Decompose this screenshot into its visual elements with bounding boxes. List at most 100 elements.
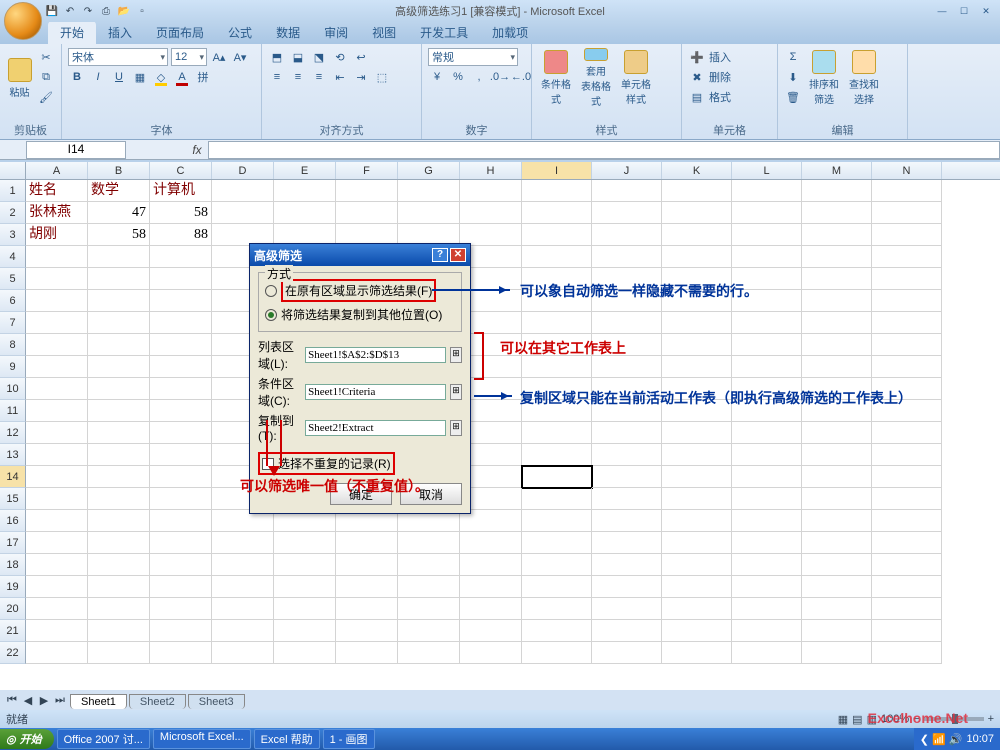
cell-J18[interactable] (592, 554, 662, 576)
cell-C4[interactable] (150, 246, 212, 268)
cell-J21[interactable] (592, 620, 662, 642)
cell-G1[interactable] (398, 180, 460, 202)
cell-M18[interactable] (802, 554, 872, 576)
cell-F18[interactable] (336, 554, 398, 576)
merge-icon[interactable]: ⬚ (373, 68, 391, 86)
sort-filter-button[interactable]: 排序和 筛选 (806, 48, 842, 108)
decrease-indent-icon[interactable]: ⇤ (331, 68, 349, 86)
cell-G17[interactable] (398, 532, 460, 554)
tab-审阅[interactable]: 审阅 (312, 21, 360, 44)
cell-C11[interactable] (150, 400, 212, 422)
cell-D18[interactable] (212, 554, 274, 576)
insert-button[interactable]: 插入 (709, 49, 731, 65)
cell-H2[interactable] (460, 202, 522, 224)
col-header-L[interactable]: L (732, 162, 802, 179)
align-left-icon[interactable]: ≡ (268, 68, 286, 86)
col-header-J[interactable]: J (592, 162, 662, 179)
redo-icon[interactable]: ↷ (80, 3, 96, 19)
tab-数据[interactable]: 数据 (264, 21, 312, 44)
cell-C5[interactable] (150, 268, 212, 290)
increase-indent-icon[interactable]: ⇥ (352, 68, 370, 86)
cell-H18[interactable] (460, 554, 522, 576)
cell-D19[interactable] (212, 576, 274, 598)
sheet-tab-Sheet2[interactable]: Sheet2 (129, 694, 186, 709)
row-header-3[interactable]: 3 (0, 224, 26, 246)
zoom-in-icon[interactable]: + (988, 713, 994, 725)
cell-I16[interactable] (522, 510, 592, 532)
cell-N8[interactable] (872, 334, 942, 356)
cell-K2[interactable] (662, 202, 732, 224)
cell-I15[interactable] (522, 488, 592, 510)
font-name-combo[interactable]: 宋体 (68, 48, 168, 66)
cell-C12[interactable] (150, 422, 212, 444)
cell-C22[interactable] (150, 642, 212, 664)
delete-button[interactable]: 删除 (709, 69, 731, 85)
tab-加载项[interactable]: 加载项 (480, 21, 540, 44)
criteria-ref-button[interactable]: ⊞ (450, 384, 462, 400)
row-header-16[interactable]: 16 (0, 510, 26, 532)
cell-M1[interactable] (802, 180, 872, 202)
cell-B13[interactable] (88, 444, 150, 466)
cell-N3[interactable] (872, 224, 942, 246)
cell-N7[interactable] (872, 312, 942, 334)
cell-L7[interactable] (732, 312, 802, 334)
delete-cells-icon[interactable]: ✖ (688, 68, 706, 86)
cell-K17[interactable] (662, 532, 732, 554)
grow-font-icon[interactable]: A▴ (210, 48, 228, 66)
cell-G22[interactable] (398, 642, 460, 664)
cell-J7[interactable] (592, 312, 662, 334)
cell-E19[interactable] (274, 576, 336, 598)
align-right-icon[interactable]: ≡ (310, 68, 328, 86)
cell-A12[interactable] (26, 422, 88, 444)
minimize-icon[interactable]: — (932, 4, 952, 18)
cell-A4[interactable] (26, 246, 88, 268)
cell-M12[interactable] (802, 422, 872, 444)
sheet-tab-Sheet3[interactable]: Sheet3 (188, 694, 245, 709)
cell-N22[interactable] (872, 642, 942, 664)
cell-M22[interactable] (802, 642, 872, 664)
border-icon[interactable]: ▦ (131, 68, 149, 86)
cell-A20[interactable] (26, 598, 88, 620)
cell-M13[interactable] (802, 444, 872, 466)
taskbar-item-2[interactable]: Excel 帮助 (254, 729, 320, 749)
row-header-18[interactable]: 18 (0, 554, 26, 576)
autosum-icon[interactable]: Σ (784, 48, 802, 66)
cell-F22[interactable] (336, 642, 398, 664)
currency-icon[interactable]: ¥ (428, 68, 446, 86)
cell-M4[interactable] (802, 246, 872, 268)
cell-K9[interactable] (662, 356, 732, 378)
open-icon[interactable]: 📂 (116, 3, 132, 19)
cell-J19[interactable] (592, 576, 662, 598)
cell-C8[interactable] (150, 334, 212, 356)
find-select-button[interactable]: 查找和 选择 (846, 48, 882, 108)
align-top-icon[interactable]: ⬒ (268, 48, 286, 66)
cell-K20[interactable] (662, 598, 732, 620)
cell-L2[interactable] (732, 202, 802, 224)
dialog-titlebar[interactable]: 高级筛选 ? ✕ (250, 244, 470, 266)
cell-M19[interactable] (802, 576, 872, 598)
cell-H17[interactable] (460, 532, 522, 554)
print-icon[interactable]: ⎙ (98, 3, 114, 19)
cell-M20[interactable] (802, 598, 872, 620)
cell-H1[interactable] (460, 180, 522, 202)
cell-L15[interactable] (732, 488, 802, 510)
cell-N1[interactable] (872, 180, 942, 202)
cell-M3[interactable] (802, 224, 872, 246)
cell-H20[interactable] (460, 598, 522, 620)
cell-I13[interactable] (522, 444, 592, 466)
cell-A7[interactable] (26, 312, 88, 334)
cell-C1[interactable]: 计算机 (150, 180, 212, 202)
radio-copy-to[interactable] (265, 309, 277, 321)
paste-button[interactable]: 粘贴 (6, 48, 33, 108)
fill-icon[interactable]: ⬇ (784, 68, 802, 86)
row-header-6[interactable]: 6 (0, 290, 26, 312)
tab-视图[interactable]: 视图 (360, 21, 408, 44)
cell-K4[interactable] (662, 246, 732, 268)
cell-L21[interactable] (732, 620, 802, 642)
name-box[interactable]: I14 (26, 141, 126, 159)
cell-M21[interactable] (802, 620, 872, 642)
cell-I12[interactable] (522, 422, 592, 444)
underline-button[interactable]: U (110, 68, 128, 86)
row-header-13[interactable]: 13 (0, 444, 26, 466)
cell-N18[interactable] (872, 554, 942, 576)
